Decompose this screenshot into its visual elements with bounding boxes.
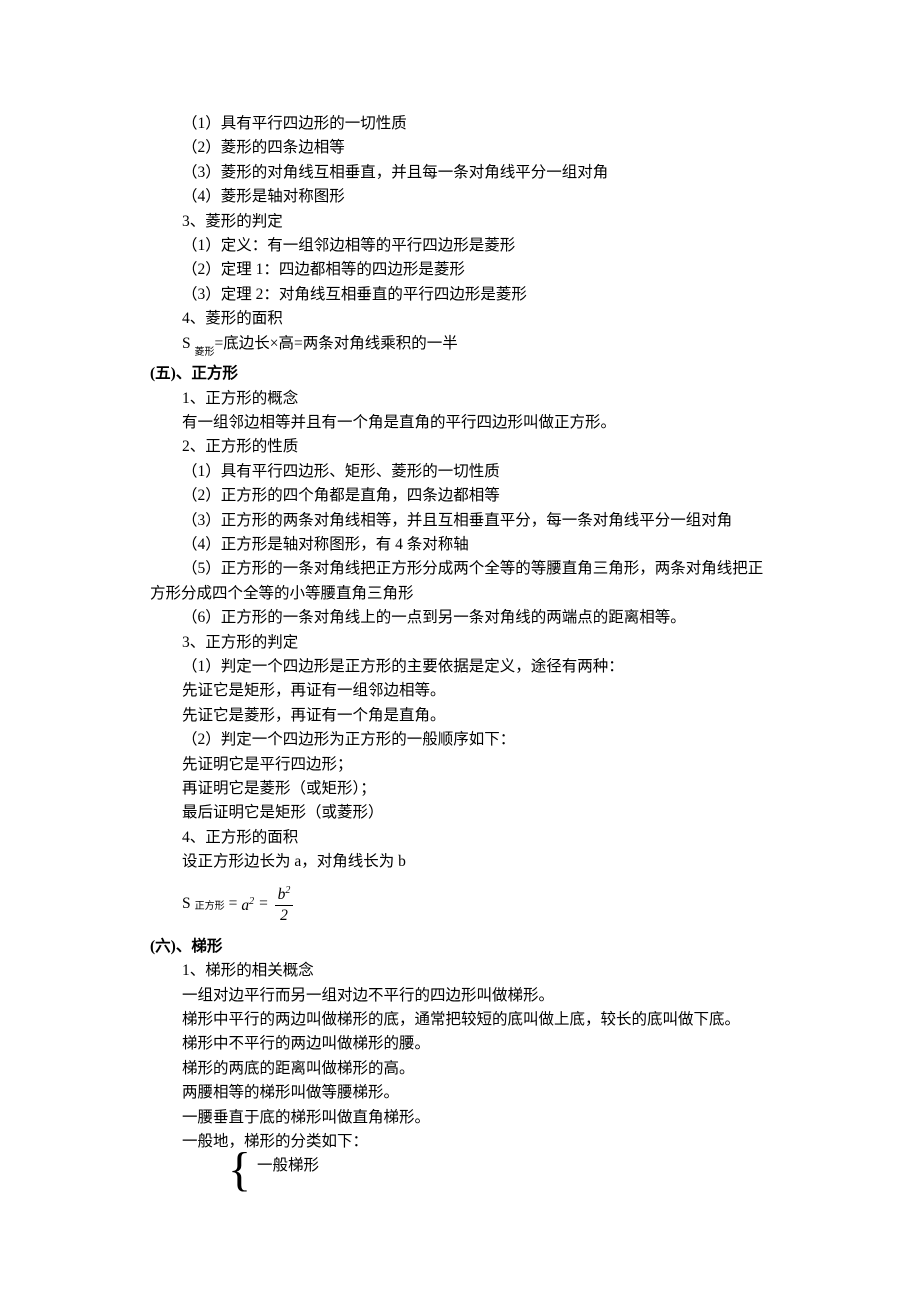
- body-text: （3）正方形的两条对角线相等，并且互相垂直平分，每一条对角线平分一组对角: [150, 509, 770, 533]
- variable-a: a2: [241, 890, 254, 919]
- square-area-formula: S 正方形= a2 = b2 2: [150, 875, 770, 935]
- body-text: （3）菱形的对角线互相垂直，并且每一条对角线平分一组对角: [150, 161, 770, 185]
- classification-brace: { 一般梯形: [150, 1154, 770, 1190]
- body-text: 3、菱形的判定: [150, 210, 770, 234]
- body-text: 一腰垂直于底的梯形叫做直角梯形。: [150, 1106, 770, 1130]
- body-text: 梯形中平行的两边叫做梯形的底，通常把较短的底叫做上底，较长的底叫做下底。: [150, 1008, 770, 1032]
- body-text: （4）正方形是轴对称图形，有 4 条对称轴: [150, 533, 770, 557]
- body-text: 1、梯形的相关概念: [150, 959, 770, 983]
- body-text: 有一组邻边相等并且有一个角是直角的平行四边形叫做正方形。: [150, 411, 770, 435]
- equals: =: [229, 892, 238, 916]
- body-text: （1）具有平行四边形、矩形、菱形的一切性质: [150, 460, 770, 484]
- exponent: 2: [285, 885, 290, 896]
- body-text: （2）菱形的四条边相等: [150, 136, 770, 160]
- body-text: （6）正方形的一条对角线上的一点到另一条对角线的两端点的距离相等。: [150, 606, 770, 630]
- body-text: 最后证明它是矩形（或菱形）: [150, 801, 770, 825]
- fraction: b2 2: [275, 886, 294, 923]
- subscript: 正方形: [195, 895, 225, 919]
- body-text: 1、正方形的概念: [150, 387, 770, 411]
- subscript: 菱形: [195, 347, 215, 358]
- numerator: b2: [275, 886, 294, 906]
- body-text: 梯形中不平行的两边叫做梯形的腰。: [150, 1032, 770, 1056]
- formula-rest: =底边长×高=两条对角线乘积的一半: [215, 335, 458, 352]
- formula-text: S 菱形=底边长×高=两条对角线乘积的一半: [150, 332, 770, 363]
- body-text: 先证它是菱形，再证有一个角是直角。: [150, 704, 770, 728]
- exponent: 2: [249, 896, 254, 907]
- body-text: （2）定理 1：四边都相等的四边形是菱形: [150, 258, 770, 282]
- body-text: （1）定义：有一组邻边相等的平行四边形是菱形: [150, 234, 770, 258]
- formula-symbol: S: [182, 335, 195, 352]
- section-heading-five: (五)、正方形: [150, 362, 770, 386]
- body-text: 先证明它是平行四边形；: [150, 753, 770, 777]
- body-text: 再证明它是菱形（或矩形）；: [150, 777, 770, 801]
- equals: =: [258, 892, 268, 916]
- body-text: （3）定理 2：对角线互相垂直的平行四边形是菱形: [150, 283, 770, 307]
- body-text: 3、正方形的判定: [150, 631, 770, 655]
- formula-symbol: S: [182, 892, 191, 916]
- body-text: 2、正方形的性质: [150, 435, 770, 459]
- section-heading-six: (六)、梯形: [150, 935, 770, 959]
- left-brace-icon: {: [228, 1152, 251, 1188]
- document-page: （1）具有平行四边形的一切性质 （2）菱形的四条边相等 （3）菱形的对角线互相垂…: [0, 0, 920, 1302]
- body-text: 先证它是矩形，再证有一组邻边相等。: [150, 679, 770, 703]
- denominator: 2: [280, 906, 288, 924]
- body-text: 梯形的两底的距离叫做梯形的高。: [150, 1057, 770, 1081]
- body-text: 4、菱形的面积: [150, 307, 770, 331]
- body-text: 方形分成四个全等的小等腰直角三角形: [150, 582, 770, 606]
- body-text: 两腰相等的梯形叫做等腰梯形。: [150, 1081, 770, 1105]
- body-text: （5）正方形的一条对角线把正方形分成两个全等的等腰直角三角形，两条对角线把正: [150, 557, 770, 581]
- body-text: 一组对边平行而另一组对边不平行的四边形叫做梯形。: [150, 984, 770, 1008]
- body-text: （1）具有平行四边形的一切性质: [150, 112, 770, 136]
- body-text: （1）判定一个四边形是正方形的主要依据是定义，途径有两种：: [150, 655, 770, 679]
- body-text: （2）正方形的四个角都是直角，四条边都相等: [150, 484, 770, 508]
- body-text: 设正方形边长为 a，对角线长为 b: [150, 850, 770, 874]
- body-text: （4）菱形是轴对称图形: [150, 185, 770, 209]
- body-text: 4、正方形的面积: [150, 826, 770, 850]
- body-text: （2）判定一个四边形为正方形的一般顺序如下：: [150, 728, 770, 752]
- brace-item: 一般梯形: [257, 1154, 319, 1178]
